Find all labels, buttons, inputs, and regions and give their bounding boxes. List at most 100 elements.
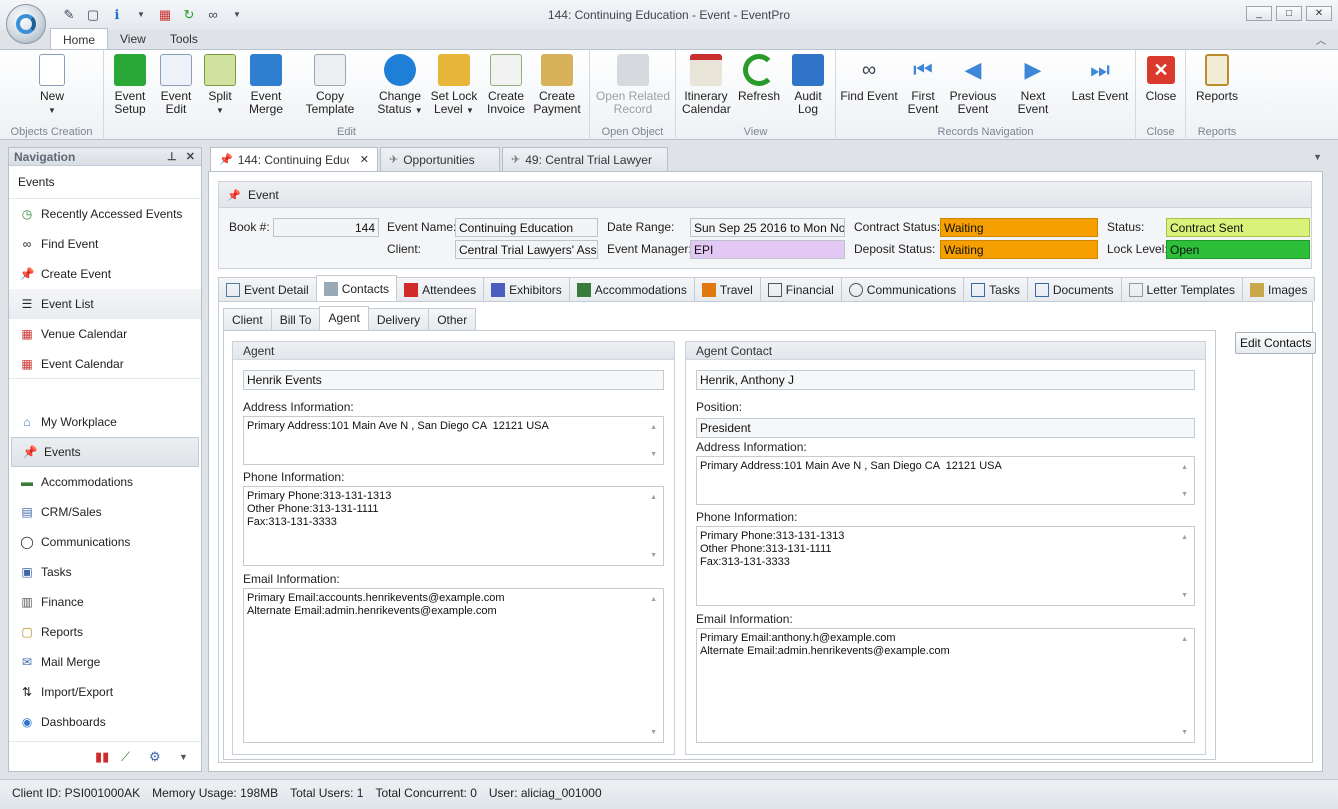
nav-item-create-event[interactable]: 📌 Create Event [9,259,201,289]
deposit-status-field[interactable]: Waiting [940,240,1098,259]
close-tab-icon[interactable]: ✕ [360,153,369,166]
tab-documents[interactable]: Documents [1026,277,1122,301]
nav-module-events[interactable]: 📌 Events [11,437,199,467]
nav-item-event-calendar[interactable]: ▦ Event Calendar [9,349,201,379]
close-window-button[interactable]: ✕ [1306,6,1332,21]
contact-phone-memo[interactable]: Primary Phone:313-131-1313 Other Phone:3… [696,526,1195,606]
audit-log-button[interactable]: Audit Log [788,54,828,116]
nav-module-accommodations[interactable]: ▬ Accommodations [9,467,201,497]
tab-agent[interactable]: Agent [319,306,369,330]
nav-module-crm-sales[interactable]: ▤ CRM/Sales [9,497,201,527]
calendar-icon [690,54,722,86]
contract-status-field[interactable]: Waiting [940,218,1098,237]
memory-usage-status: Memory Usage: 198MB [152,786,279,800]
event-merge-button[interactable]: Event Merge [244,54,288,116]
doc-tab-opportunities[interactable]: ✈ Opportunities [380,147,500,171]
itinerary-calendar-button[interactable]: Itinerary Calendar [682,54,731,116]
clipboard-icon [971,282,986,297]
agent-phone-memo[interactable]: Primary Phone:313-131-1313 Other Phone:3… [243,486,664,566]
last-arrow-icon: ⏭ [1090,57,1110,82]
tab-event-detail[interactable]: Event Detail [218,277,317,301]
refresh-button[interactable]: Refresh [736,54,782,103]
status-field[interactable]: Contract Sent [1166,218,1310,237]
date-range-field[interactable]: Sun Sep 25 2016 to Mon Nov 2 [690,218,845,237]
nav-item-recently-accessed[interactable]: ◷ Recently Accessed Events [9,199,201,229]
copy-template-button[interactable]: Copy Template [292,54,368,116]
tab-travel[interactable]: Travel [693,277,761,301]
set-lock-level-button[interactable]: Set Lock Level ▼ [430,54,478,117]
application-menu-button[interactable] [6,4,46,44]
settings-icon[interactable]: ⚙ [149,749,161,765]
tab-client[interactable]: Client [223,308,272,330]
minimize-button[interactable]: _ [1246,6,1272,21]
nav-module-dashboards[interactable]: ◉ Dashboards [9,707,201,737]
next-event-button[interactable]: ▶ Next Event [1004,54,1062,116]
nav-item-venue-calendar[interactable]: ▦ Venue Calendar [9,319,201,349]
maximize-button[interactable]: □ [1276,6,1302,21]
event-name-field[interactable]: Continuing Education [455,218,598,237]
agent-name-field[interactable]: Henrik Events [243,370,664,390]
line-chart-icon[interactable]: ⟋ [121,749,130,765]
close-button[interactable]: ✕ Close [1144,54,1178,103]
nav-module-import-export[interactable]: ⇅ Import/Export [9,677,201,707]
doc-tab-continuing-education[interactable]: 📌 144: Continuing Educat ✕ [210,147,378,171]
tab-contacts[interactable]: Contacts [315,275,398,301]
configure-dropdown-icon[interactable]: ▼ [179,752,188,762]
close-icon[interactable]: ✕ [186,151,195,163]
tab-images[interactable]: Images [1242,277,1316,301]
lock-level-field[interactable]: Open [1166,240,1310,259]
last-event-button[interactable]: ⏭ Last Event [1070,54,1130,103]
tab-financial[interactable]: Financial [759,277,842,301]
nav-module-tasks[interactable]: ▣ Tasks [9,557,201,587]
tab-delivery[interactable]: Delivery [367,308,430,330]
new-button[interactable]: New ▼ [30,54,74,117]
tab-accommodations[interactable]: Accommodations [568,277,695,301]
nav-module-communications[interactable]: ◯ Communications [9,527,201,557]
previous-event-button[interactable]: ◀ Previous Event [948,54,998,116]
nav-module-finance[interactable]: ▥ Finance [9,587,201,617]
coins-icon [541,54,573,86]
agent-contact-name-field[interactable]: Henrik, Anthony J [696,370,1195,390]
nav-module-mail-merge[interactable]: ✉ Mail Merge [9,647,201,677]
contact-email-memo[interactable]: Primary Email:anthony.h@example.com Alte… [696,628,1195,743]
create-payment-button[interactable]: Create Payment [532,54,582,116]
doc-tab-central-trial[interactable]: ✈ 49: Central Trial Lawyer [502,147,668,171]
book-number-field[interactable]: 144 [273,218,379,237]
contact-address-memo[interactable]: Primary Address:101 Main Ave N , San Die… [696,456,1195,505]
reports-button[interactable]: Reports [1192,54,1242,103]
client-field[interactable]: Central Trial Lawyers' Ass... [455,240,598,259]
tab-exhibitors[interactable]: Exhibitors [483,277,570,301]
ribbon-collapse-icon[interactable]: ︿ [1316,32,1326,47]
open-related-record-button[interactable]: Open Related Record [594,54,672,116]
agent-frame: Agent Henrik Events Address Information:… [223,330,1216,760]
change-status-button[interactable]: Change Status ▼ [376,54,424,117]
tabs-menu-icon[interactable]: ▼ [1313,152,1322,162]
event-edit-button[interactable]: Event Edit [156,54,196,116]
event-setup-button[interactable]: Event Setup [110,54,150,116]
nav-item-find-event[interactable]: ∞ Find Event [9,229,201,259]
tab-tasks[interactable]: Tasks [963,277,1028,301]
edit-contacts-button[interactable]: Edit Contacts [1235,332,1317,354]
tab-communications[interactable]: Communications [840,277,965,301]
nav-module-my-workplace[interactable]: ⌂ My Workplace [9,407,201,437]
position-field[interactable]: President [696,418,1195,438]
tab-attendees[interactable]: Attendees [396,277,485,301]
home-icon: ⌂ [23,415,31,429]
tab-other[interactable]: Other [428,308,477,330]
nav-item-event-list[interactable]: ☰ Event List [9,289,201,319]
split-button[interactable]: Split ▼ [202,54,238,117]
nav-module-reports[interactable]: ▢ Reports [9,617,201,647]
agent-email-memo[interactable]: Primary Email:accounts.henrikevents@exam… [243,588,664,743]
find-event-button[interactable]: ∞ Find Event [840,54,898,103]
pin-icon[interactable]: ⊥ [167,151,177,163]
tab-bill-to[interactable]: Bill To [270,308,321,330]
tab-letter-templates[interactable]: Letter Templates [1120,277,1244,301]
tab-tools[interactable]: Tools [158,28,210,50]
bar-chart-icon[interactable]: ▮▮ [95,749,109,765]
event-manager-field[interactable]: EPI [690,240,845,259]
tab-view[interactable]: View [108,28,158,50]
create-invoice-button[interactable]: Create Invoice [484,54,528,116]
tab-home[interactable]: Home [50,28,109,50]
agent-address-memo[interactable]: Primary Address:101 Main Ave N , San Die… [243,416,664,465]
first-event-button[interactable]: ⏮ First Event [904,54,942,116]
